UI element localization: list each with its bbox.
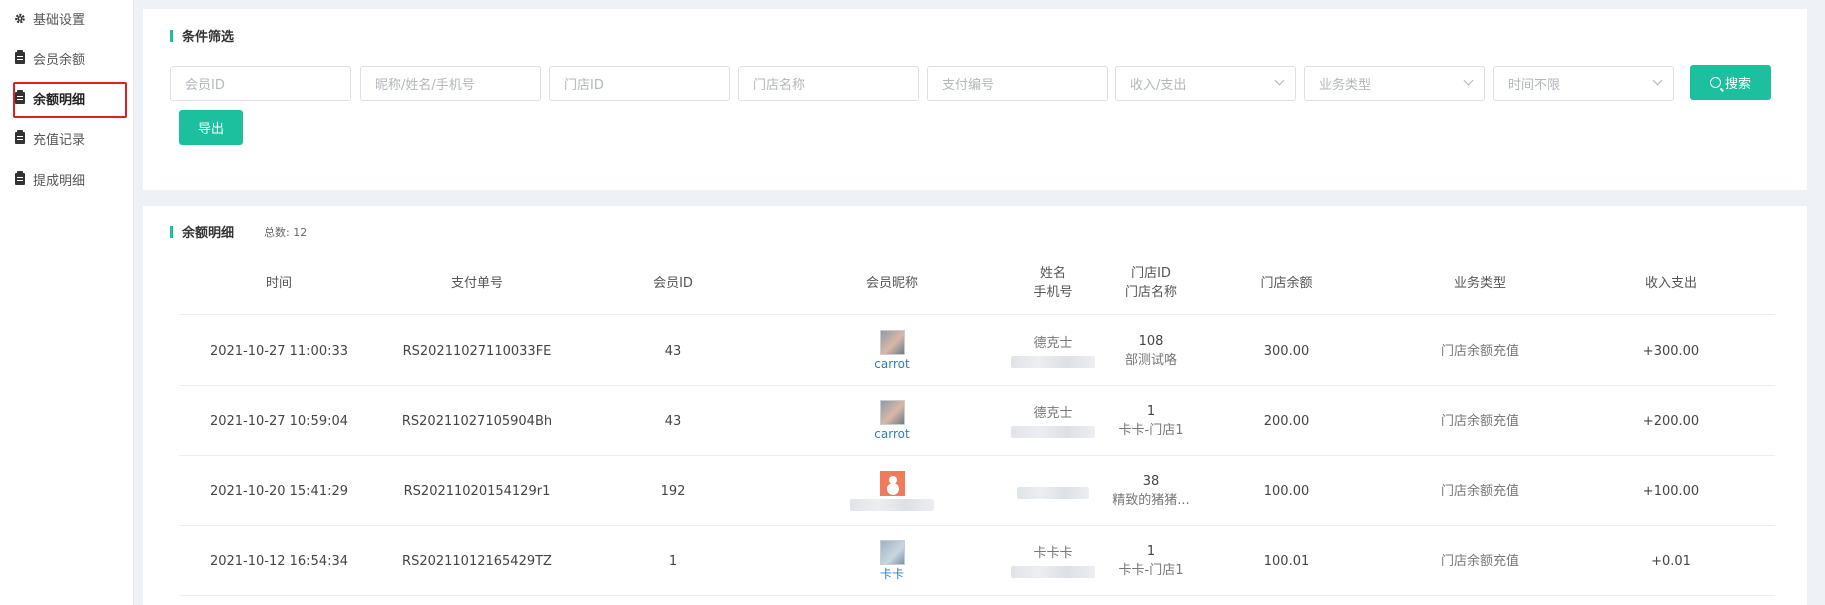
cell-member-id: 43 <box>664 413 682 429</box>
avatar[interactable] <box>879 540 905 565</box>
cell-store-balance: 300.00 <box>1263 343 1310 359</box>
cell-business-type: 门店余额充值 <box>1440 343 1519 359</box>
store-id-input[interactable]: 门店ID <box>549 66 730 101</box>
table-row: 2021-10-27 11:00:33 RS20211027110033FE 4… <box>179 316 1775 386</box>
clipboard-icon <box>14 90 26 105</box>
cell-time: 2021-10-27 11:00:33 <box>209 343 349 359</box>
cell-store: 1 卡卡-门店1 <box>1118 404 1184 438</box>
export-button[interactable]: 导出 <box>179 110 243 145</box>
blurred-phone <box>1011 356 1095 368</box>
cell-time: 2021-10-12 16:54:34 <box>209 553 349 569</box>
sidebar-item-member-balance[interactable]: 会员余额 <box>14 43 126 73</box>
avatar[interactable] <box>879 330 905 355</box>
nickname-link[interactable]: carrot <box>874 426 909 442</box>
name-phone-input[interactable]: 昵称/姓名/手机号 <box>360 66 541 101</box>
avatar[interactable] <box>879 400 905 425</box>
title-accent-bar <box>170 29 173 42</box>
col-time: 时间 <box>265 275 292 291</box>
pay-no-input[interactable]: 支付编号 <box>927 66 1108 101</box>
cell-pay-no: RS20211020154129r1 <box>403 483 551 499</box>
clipboard-icon <box>14 130 26 145</box>
col-store-balance: 门店余额 <box>1260 275 1313 291</box>
cell-store-balance: 100.01 <box>1263 553 1310 569</box>
sidebar-item-label: 余额明细 <box>33 92 86 108</box>
cell-store: 38 精致的猪猪... <box>1112 474 1190 508</box>
sidebar-item-label: 提成明细 <box>33 173 86 189</box>
sidebar-item-label: 会员余额 <box>33 52 86 68</box>
sidebar-item-recharge-records[interactable]: 充值记录 <box>14 123 126 153</box>
sidebar-item-label: 充值记录 <box>33 132 86 148</box>
blurred-phone <box>1011 426 1095 438</box>
income-expense-select[interactable]: 收入/支出 <box>1115 66 1296 101</box>
search-button[interactable]: 搜索 <box>1690 65 1771 100</box>
col-income-expense: 收入支出 <box>1644 275 1697 291</box>
cell-amount: +200.00 <box>1642 413 1700 429</box>
cell-store-balance: 200.00 <box>1263 413 1310 429</box>
cell-business-type: 门店余额充值 <box>1440 483 1519 499</box>
clipboard-icon <box>14 50 26 65</box>
cell-business-type: 门店余额充值 <box>1440 413 1519 429</box>
table-row: 2021-10-27 10:59:04 RS20211027105904Bh 4… <box>179 386 1775 456</box>
cell-member-id: 43 <box>664 343 682 359</box>
sidebar: 基础设置 会员余额 余额明细 充值记录 提成明细 <box>0 0 134 605</box>
sidebar-item-balance-detail[interactable]: 余额明细 <box>13 82 127 118</box>
blurred-phone <box>1011 566 1095 578</box>
chevron-down-icon <box>1652 75 1663 86</box>
clipboard-icon <box>14 171 26 186</box>
col-pay-no: 支付单号 <box>450 275 503 291</box>
filter-panel: 条件筛选 会员ID 昵称/姓名/手机号 门店ID 门店名称 支付编号 收入/支出… <box>143 9 1807 190</box>
cell-pay-no: RS20211012165429TZ <box>402 553 552 569</box>
cell-business-type: 门店余额充值 <box>1440 553 1519 569</box>
balance-detail-panel: 余额明细 总数: 12 时间 支付单号 会员ID 会员昵称 姓名 手机号 门店ID… <box>143 206 1807 605</box>
sidebar-item-basic-settings[interactable]: 基础设置 <box>14 3 126 33</box>
cell-store-balance: 100.00 <box>1263 483 1310 499</box>
business-type-select[interactable]: 业务类型 <box>1304 66 1485 101</box>
search-icon <box>1709 77 1721 88</box>
blurred-nickname <box>850 499 934 511</box>
col-store: 门店ID 门店名称 <box>1124 266 1177 300</box>
col-member-id: 会员ID <box>653 275 693 291</box>
list-section-title: 余额明细 <box>170 222 234 241</box>
cell-time: 2021-10-27 10:59:04 <box>209 413 349 429</box>
title-accent-bar <box>170 225 173 238</box>
table-row: 2021-10-12 16:54:34 RS20211012165429TZ 1… <box>179 526 1775 596</box>
sidebar-item-label: 基础设置 <box>33 12 86 28</box>
cell-pay-no: RS20211027110033FE <box>402 343 552 359</box>
blurred-phone <box>1017 486 1089 499</box>
cell-time: 2021-10-20 15:41:29 <box>209 483 349 499</box>
gear-icon <box>14 11 26 25</box>
cell-nickname: carrot <box>771 316 1013 386</box>
cell-pay-no: RS20211027105904Bh <box>401 413 553 429</box>
table-row: 2021-10-20 15:41:29 RS20211020154129r1 1… <box>179 456 1775 526</box>
col-business-type: 业务类型 <box>1453 275 1506 291</box>
cell-amount: +100.00 <box>1642 483 1700 499</box>
nickname-link[interactable]: 卡卡 <box>880 566 904 582</box>
cell-nickname: carrot <box>771 386 1013 456</box>
cell-name-phone: 德克士 <box>1011 386 1095 456</box>
cell-member-id: 1 <box>668 553 678 569</box>
nickname-link[interactable]: carrot <box>874 356 909 372</box>
cell-nickname: 卡卡 <box>771 526 1013 596</box>
table-header: 时间 支付单号 会员ID 会员昵称 姓名 手机号 门店ID 门店名称 门店余额 业务… <box>179 251 1775 315</box>
member-id-input[interactable]: 会员ID <box>170 66 351 101</box>
store-name-input[interactable]: 门店名称 <box>738 66 919 101</box>
sidebar-item-commission-detail[interactable]: 提成明细 <box>14 164 126 194</box>
cell-store: 108 部测试咯 <box>1124 334 1177 368</box>
cell-nickname <box>771 456 1013 526</box>
filter-section-title: 条件筛选 <box>170 26 234 45</box>
cell-member-id: 192 <box>660 483 686 499</box>
cell-amount: +0.01 <box>1651 553 1691 569</box>
cell-name-phone: 卡卡卡 <box>1011 526 1095 596</box>
total-count: 总数: 12 <box>264 226 308 239</box>
cell-name-phone <box>1013 456 1093 526</box>
col-nickname: 会员昵称 <box>865 275 918 291</box>
avatar[interactable] <box>879 471 905 496</box>
cell-store: 1 卡卡-门店1 <box>1118 544 1184 578</box>
cell-name-phone: 德克士 <box>1011 316 1095 386</box>
chevron-down-icon <box>1463 75 1474 86</box>
chevron-down-icon <box>1274 75 1285 86</box>
col-name-phone: 姓名 手机号 <box>1033 266 1073 300</box>
cell-amount: +300.00 <box>1642 343 1700 359</box>
time-range-select[interactable]: 时间不限 <box>1493 66 1674 101</box>
